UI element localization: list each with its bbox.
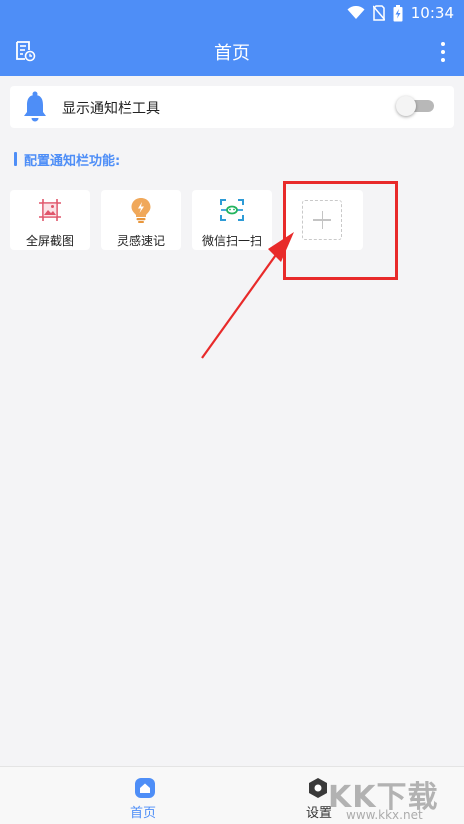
section-title: 配置通知栏功能: <box>14 150 121 169</box>
status-time: 10:34 <box>410 4 454 22</box>
tile-fullscreen-screenshot[interactable]: 全屏截图 <box>10 190 90 250</box>
lightbulb-icon <box>131 198 151 223</box>
toggle-knob <box>396 96 416 116</box>
notification-toolbar-card: 显示通知栏工具 <box>10 86 454 128</box>
tile-label: 全屏截图 <box>25 234 74 248</box>
nav-home[interactable]: 首页 <box>0 767 232 824</box>
app-bar: 首页 <box>0 26 464 76</box>
nav-home-label: 首页 <box>130 806 157 821</box>
scan-icon <box>220 199 244 221</box>
tile-wechat-scan[interactable]: 微信扫一扫 <box>192 190 272 250</box>
notification-toolbar-label: 显示通知栏工具 <box>62 101 160 117</box>
screenshot-icon <box>39 199 61 221</box>
no-sim-icon <box>372 5 385 21</box>
section-title-text: 配置通知栏功能: <box>24 153 121 169</box>
bell-icon <box>24 91 46 122</box>
status-icons: 10:34 <box>347 3 454 23</box>
wifi-icon <box>347 6 365 19</box>
page-title: 首页 <box>214 43 250 64</box>
more-options-icon[interactable] <box>440 42 446 62</box>
watermark: KK下载 www.kkx.net <box>328 770 458 824</box>
settings-icon <box>309 778 327 798</box>
notification-toolbar-toggle[interactable] <box>396 96 434 116</box>
tile-quick-notes[interactable]: 灵感速记 <box>101 190 181 250</box>
battery-charging-icon <box>393 4 403 21</box>
tile-label: 微信扫一扫 <box>201 234 262 248</box>
watermark-url: www.kkx.net <box>346 808 423 822</box>
section-accent-bar <box>14 152 17 166</box>
status-bar: 10:34 <box>0 0 464 26</box>
home-icon <box>135 778 155 798</box>
highlight-frame <box>283 181 398 280</box>
tile-label: 灵感速记 <box>116 234 165 248</box>
